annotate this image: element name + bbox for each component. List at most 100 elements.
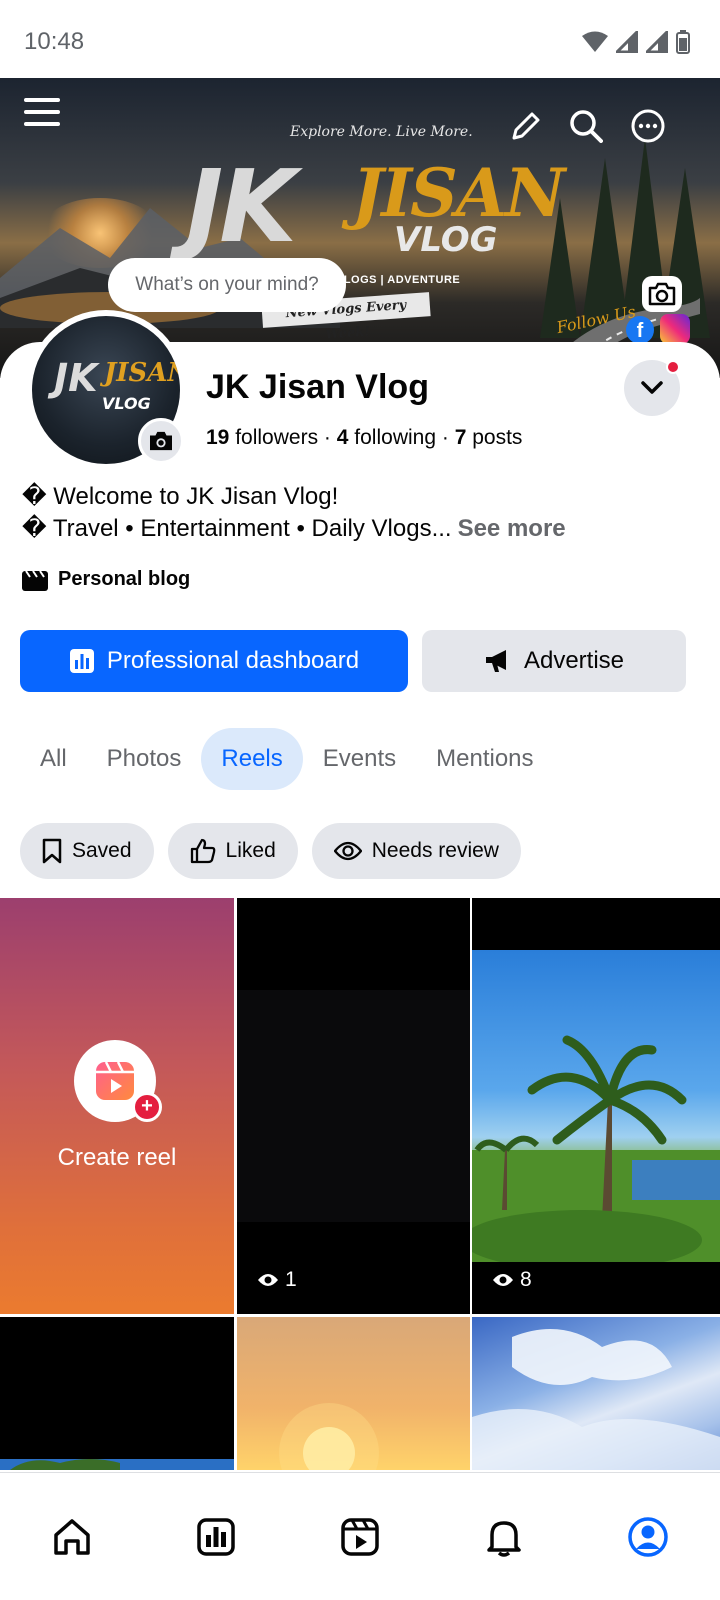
chevron-down-icon (641, 381, 663, 394)
status-icons (582, 30, 690, 54)
professional-dashboard-button[interactable]: Professional dashboard (20, 630, 408, 692)
menu-button[interactable] (20, 92, 64, 132)
create-reel-label: Create reel (57, 1144, 177, 1171)
status-time: 10:48 (24, 28, 85, 55)
category-label: Personal blog (58, 568, 191, 590)
camera-icon (150, 431, 172, 451)
signal-icon-2 (646, 31, 668, 53)
avatar-text-jisan: JISAN (104, 358, 180, 388)
following-count[interactable]: 4 (337, 426, 349, 449)
menu-icon (24, 98, 60, 126)
nav-home[interactable] (32, 1497, 112, 1577)
notification-dot (666, 360, 680, 374)
advertise-button[interactable]: Advertise (422, 630, 686, 692)
bio-line-1: � Welcome to JK Jisan Vlog! (22, 483, 339, 510)
reel-tile[interactable] (0, 1317, 234, 1470)
reel-views: 1 (257, 1268, 297, 1292)
tab-reels[interactable]: Reels (201, 728, 303, 790)
posts-count: 7 (454, 426, 467, 449)
filter-needs-review-chip[interactable]: Needs review (311, 823, 521, 879)
eye-icon (493, 1274, 513, 1286)
reel-tile[interactable] (472, 1317, 720, 1470)
more-icon (631, 109, 665, 143)
cover-tagline: Explore More. Live More. (290, 124, 473, 140)
eye-icon (258, 1274, 278, 1286)
reel-views: 8 (492, 1268, 532, 1292)
reel-views-count: 1 (285, 1268, 297, 1291)
content-tabs: All Photos Reels Events Mentions (20, 728, 554, 790)
thumbs-up-icon (190, 838, 215, 864)
nav-profile[interactable] (608, 1497, 688, 1577)
see-more-link[interactable]: See more (458, 515, 566, 542)
tab-photos[interactable]: Photos (87, 728, 202, 790)
dashboard-icon (69, 649, 94, 673)
advertise-label: Advertise (523, 647, 625, 674)
reel-thumbnail-palm (472, 950, 720, 1262)
cover-camera-button[interactable] (642, 276, 682, 312)
tab-events[interactable]: Events (303, 728, 416, 790)
reel-tile[interactable]: 8 (472, 898, 720, 1314)
reel-filters: Saved Liked Needs review (20, 823, 521, 879)
palm-tree-image (472, 1035, 720, 1262)
stats-separator: · (441, 426, 449, 449)
reel-tile[interactable] (237, 1317, 470, 1470)
reel-thumbnail-clouds (472, 1329, 720, 1470)
status-bar: 10:48 (0, 0, 720, 78)
posts-label: posts (472, 426, 523, 449)
facebook-logo-icon: f (626, 316, 654, 344)
filter-saved-chip[interactable]: Saved (20, 823, 154, 879)
create-reel-tile[interactable]: + Create reel (0, 898, 234, 1314)
filter-liked-chip[interactable]: Liked (167, 823, 298, 879)
professional-dashboard-label: Professional dashboard (106, 647, 360, 674)
profile-category: Personal blog (22, 568, 190, 591)
more-options-button[interactable] (628, 106, 668, 146)
dashboard-icon (197, 1517, 235, 1556)
megaphone-icon (485, 650, 506, 672)
reels-grid: + Create reel 1 8 (0, 898, 720, 1470)
reel-tile[interactable]: 1 (237, 898, 470, 1314)
profile-name: JK Jisan Vlog (206, 368, 429, 406)
reels-icon (341, 1517, 379, 1556)
tab-mentions[interactable]: Mentions (416, 728, 553, 790)
cover-title-jk: JK (186, 148, 297, 265)
avatar-camera-button[interactable] (138, 418, 184, 464)
bio-line-2-text: � Travel • Entertainment • Daily Vlogs..… (22, 515, 452, 542)
cover-title-vlog: VLOG (394, 220, 498, 260)
avatar-text-vlog: VLOG (102, 394, 151, 413)
nav-reels[interactable] (320, 1497, 400, 1577)
cover-categories: VLOGS | ADVENTURE (336, 274, 461, 286)
wifi-icon (582, 31, 608, 52)
camera-icon (648, 282, 676, 306)
filter-saved-label: Saved (72, 839, 132, 862)
followers-count[interactable]: 19 (206, 426, 229, 449)
nav-notifications[interactable] (464, 1497, 544, 1577)
following-label[interactable]: following (354, 426, 436, 449)
filter-liked-label: Liked (225, 839, 276, 862)
nav-dashboard[interactable] (176, 1497, 256, 1577)
profile-icon (628, 1516, 668, 1557)
search-button[interactable] (566, 106, 606, 146)
clapperboard-icon (22, 569, 48, 591)
pencil-icon (512, 112, 540, 140)
whats-on-your-mind-bubble[interactable]: What’s on your mind? (108, 258, 346, 312)
reel-thumbnail-landscape (0, 1459, 234, 1470)
reel-thumbnail (237, 990, 470, 1222)
avatar-text-jk: JK (54, 356, 98, 400)
bookmark-icon (42, 838, 62, 864)
reel-views-count: 8 (520, 1268, 532, 1291)
tab-all[interactable]: All (20, 728, 87, 790)
plus-icon: + (132, 1092, 162, 1122)
followers-label[interactable]: followers (235, 426, 318, 449)
home-icon (54, 1518, 90, 1555)
bell-icon (487, 1520, 521, 1557)
reel-thumbnail-sunset (279, 1403, 379, 1470)
search-icon (570, 110, 603, 143)
edit-button[interactable] (506, 106, 546, 146)
battery-icon (676, 30, 690, 54)
filter-needs-review-label: Needs review (371, 839, 499, 862)
bio-line-2: � Travel • Entertainment • Daily Vlogs..… (22, 514, 566, 543)
reels-icon (96, 1061, 134, 1100)
stats-separator: · (323, 426, 331, 449)
bottom-navigation (0, 1472, 720, 1600)
instagram-logo-icon (660, 314, 690, 344)
